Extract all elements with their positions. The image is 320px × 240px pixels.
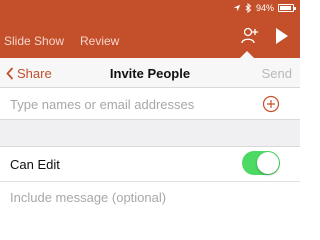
can-edit-row: Can Edit <box>0 146 300 182</box>
message-input[interactable] <box>10 188 280 206</box>
recipients-row <box>0 88 300 120</box>
play-icon[interactable] <box>276 28 288 44</box>
can-edit-toggle[interactable] <box>242 151 280 175</box>
toggle-knob <box>257 152 279 174</box>
status-bar: 94% <box>233 2 296 14</box>
battery-fill <box>280 6 291 10</box>
app-toolbar: 94% Slide Show Review <box>0 0 300 58</box>
add-contact-icon[interactable] <box>262 95 280 113</box>
message-row <box>0 182 300 214</box>
bluetooth-icon <box>245 3 252 13</box>
section-spacer <box>0 120 300 146</box>
add-person-icon[interactable] <box>240 26 260 46</box>
send-button[interactable]: Send <box>262 66 292 81</box>
battery-icon <box>278 4 296 12</box>
battery-percent: 94% <box>255 3 274 13</box>
sheet-title: Invite People <box>109 66 191 81</box>
location-arrow-icon <box>233 4 241 12</box>
powerpoint-screen: 94% Slide Show Review Share Invite Peopl… <box>0 0 300 214</box>
can-edit-label: Can Edit <box>10 157 60 172</box>
invite-people-sheet: Share Invite People Send Can Edit <box>0 51 300 214</box>
recipients-input[interactable] <box>10 95 250 113</box>
tab-slide-show[interactable]: Slide Show <box>4 34 64 48</box>
tab-review[interactable]: Review <box>80 34 119 48</box>
sheet-nav-bar: Share Invite People Send <box>0 58 300 88</box>
